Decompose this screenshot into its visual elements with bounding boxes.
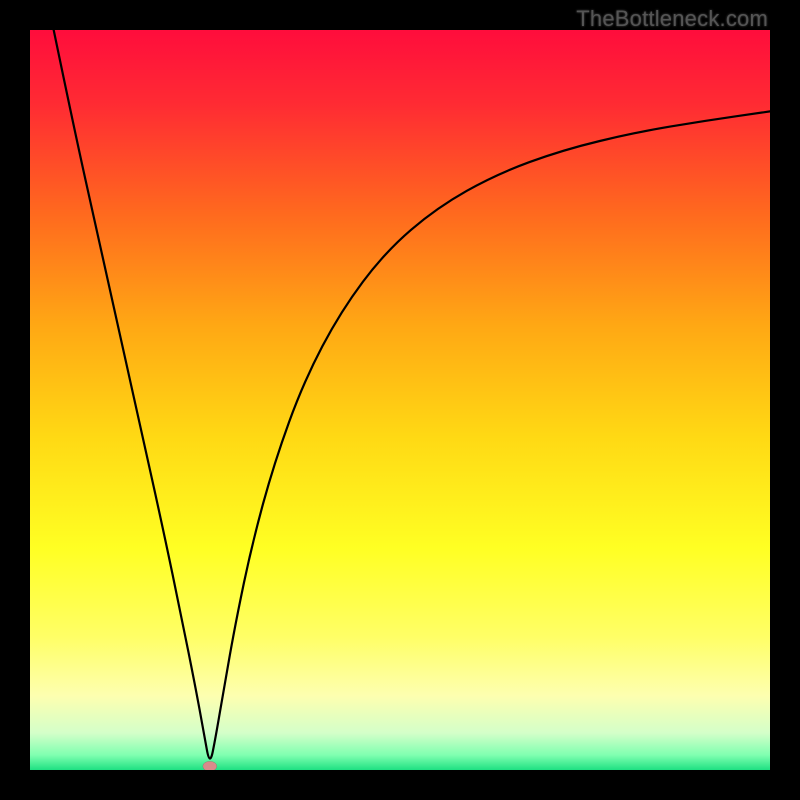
watermark-text: TheBottleneck.com <box>576 6 768 32</box>
gradient-background <box>30 30 770 770</box>
minimum-marker <box>203 761 217 770</box>
chart-frame <box>30 30 770 770</box>
bottleneck-chart <box>30 30 770 770</box>
